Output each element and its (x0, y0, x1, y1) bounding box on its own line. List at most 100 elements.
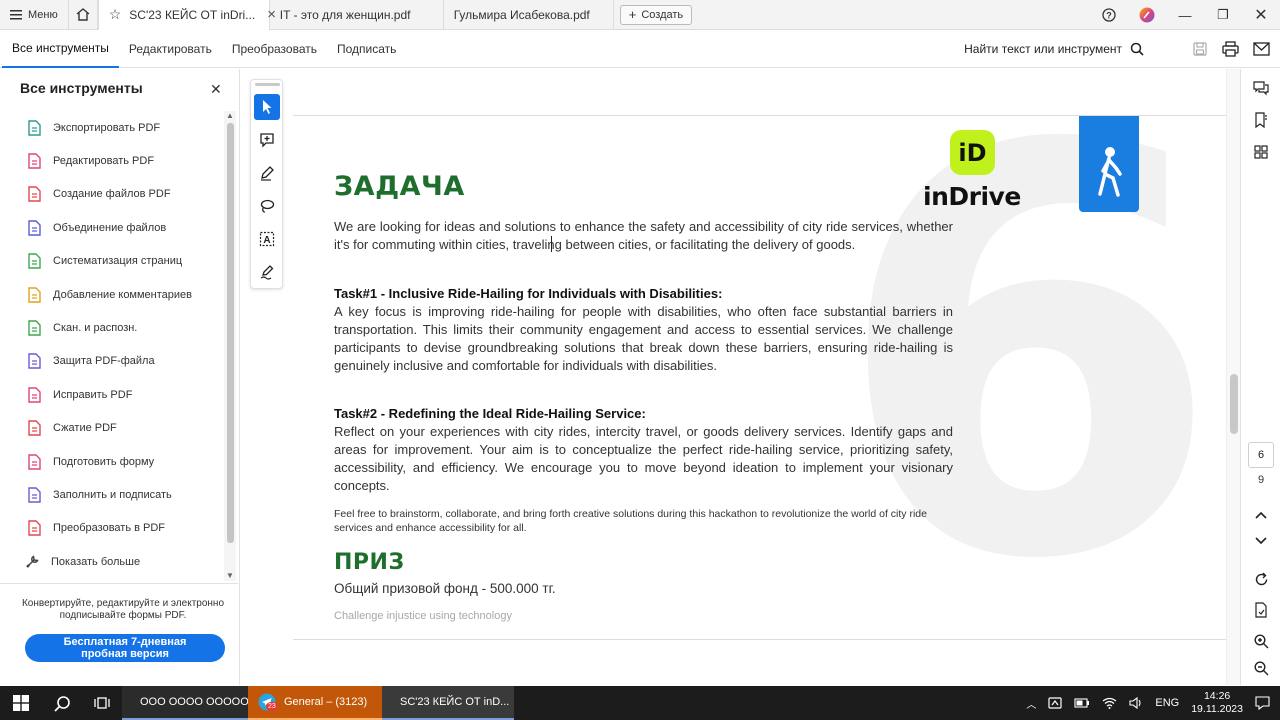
panel-scrollbar[interactable]: ▲ ▼ (224, 111, 236, 581)
tray-app-icon[interactable] (1048, 696, 1062, 710)
task2-body: Reflect on your experiences with city ri… (334, 424, 953, 493)
highlight-tool[interactable] (254, 160, 280, 186)
restore-icon[interactable]: ❐ (1204, 0, 1242, 30)
tool-item-label: Показать больше (51, 555, 141, 568)
document-scrollbar[interactable] (1226, 69, 1240, 685)
taskbar-chrome[interactable]: ООО ОООО ОООООО... (122, 686, 267, 720)
zoom-out-icon[interactable] (1252, 659, 1270, 677)
tool-item[interactable]: Систематизация страниц (0, 245, 224, 278)
email-icon[interactable] (1253, 42, 1270, 56)
tool-item-label: Подготовить форму (53, 455, 155, 468)
tool-item-label: Редактировать PDF (53, 155, 155, 168)
scroll-down-icon[interactable]: ▼ (226, 571, 234, 580)
tool-item[interactable]: Подготовить форму (0, 445, 224, 478)
tool-item-label: Защита PDF-файла (53, 355, 155, 368)
task1-body: A key focus is improving ride-hailing fo… (334, 304, 953, 373)
free-trial-button[interactable]: Бесплатная 7-дневная пробная версия (25, 634, 225, 662)
tray-chevron-icon[interactable]: ︿ (1026, 696, 1036, 711)
document-scroll-thumb[interactable] (1230, 374, 1238, 434)
help-icon[interactable]: ? (1090, 0, 1128, 30)
comments-panel-icon[interactable] (1252, 79, 1270, 97)
search-taskbar-button[interactable] (42, 686, 82, 720)
menu-edit[interactable]: Редактировать (119, 30, 222, 68)
language-indicator[interactable]: ENG (1155, 697, 1179, 709)
system-clock[interactable]: 14:26 19.11.2023 (1191, 690, 1243, 716)
pdf-page[interactable]: 6 iD inDrive ЗАДАЧА We are looking for i… (293, 116, 1226, 639)
start-button[interactable] (0, 686, 42, 720)
notifications-icon[interactable] (1255, 696, 1270, 710)
organize-pages-icon (26, 253, 43, 270)
refresh-icon[interactable] (1252, 570, 1270, 588)
menu-sign[interactable]: Подписать (327, 30, 406, 68)
tool-item[interactable]: Объединение файлов (0, 211, 224, 244)
trial-line-2: пробная версия (81, 648, 169, 660)
main-toolbar: Все инструменты Редактировать Преобразов… (0, 30, 1280, 68)
ai-assistant-icon[interactable] (1128, 0, 1166, 30)
save-icon[interactable] (1192, 41, 1208, 57)
current-page-field[interactable]: 6 (1248, 442, 1274, 468)
tool-item[interactable]: Редактировать PDF (0, 144, 224, 177)
tool-item[interactable]: Сжатие PDF (0, 412, 224, 445)
close-window-icon[interactable]: ✕ (1242, 0, 1280, 30)
find-text-or-tool[interactable]: Найти текст или инструмент (964, 30, 1144, 68)
text-tool[interactable]: A (254, 226, 280, 252)
task-view-button[interactable] (82, 686, 122, 720)
add-comment-tool[interactable] (254, 127, 280, 153)
tool-item[interactable]: Экспортировать PDF (0, 111, 224, 144)
tab-document-3[interactable]: Гульмира Исабекова.pdf (444, 0, 614, 30)
tab-active-document[interactable]: ☆ SC'23 КЕЙС ОТ inDri... × (97, 0, 276, 30)
zoom-in-icon[interactable] (1252, 632, 1270, 650)
scroll-thumb[interactable] (227, 123, 234, 543)
print-icon[interactable] (1222, 41, 1239, 57)
close-panel-icon[interactable]: ✕ (210, 81, 222, 98)
sign-tool[interactable] (254, 259, 280, 285)
tool-item[interactable]: Скан. и распозн. (0, 311, 224, 344)
indrive-logo-mark: iD (950, 130, 995, 175)
compress-icon (26, 420, 43, 437)
protect-icon (26, 353, 43, 370)
draw-tool[interactable] (254, 193, 280, 219)
task-view-icon (94, 697, 110, 709)
wrench-icon (24, 553, 41, 570)
tool-item[interactable]: Заполнить и подписать (0, 478, 224, 511)
scroll-up-icon[interactable]: ▲ (226, 111, 234, 120)
star-icon[interactable]: ☆ (109, 6, 122, 23)
create-button[interactable]: + Создать (619, 4, 693, 25)
drag-handle[interactable] (255, 83, 280, 86)
battery-icon[interactable] (1074, 698, 1090, 708)
bookmarks-icon[interactable] (1252, 111, 1270, 129)
tool-item[interactable]: Преобразовать в PDF (0, 512, 224, 545)
intro-paragraph: We are looking for ideas and solutions t… (334, 219, 953, 252)
tool-item[interactable]: Добавление комментариев (0, 278, 224, 311)
indrive-logo-word: inDrive (923, 182, 1021, 211)
minimize-icon[interactable]: — (1166, 0, 1204, 30)
tool-item[interactable]: Защита PDF-файла (0, 345, 224, 378)
tool-item[interactable]: Исправить PDF (0, 378, 224, 411)
previous-page-icon[interactable] (1252, 506, 1270, 524)
wifi-icon[interactable] (1102, 697, 1117, 709)
acrobat-window: Меню ☆ SC'23 КЕЙС ОТ inDri... × IT - это… (0, 0, 1280, 720)
right-rail: 6 9 (1240, 69, 1280, 685)
select-tool[interactable] (254, 94, 280, 120)
menu-all-tools[interactable]: Все инструменты (2, 30, 119, 68)
tool-item[interactable]: Создание файлов PDF (0, 178, 224, 211)
tab-document-2[interactable]: IT - это для женщин.pdf (270, 0, 444, 30)
task1-title: Task#1 - Inclusive Ride-Hailing for Indi… (334, 286, 723, 301)
tool-item[interactable]: Показать больше (0, 545, 224, 578)
text-cursor (551, 236, 552, 252)
thumbnails-icon[interactable] (1252, 143, 1270, 161)
extract-page-icon[interactable] (1252, 601, 1270, 619)
menu-button[interactable]: Меню (0, 0, 68, 30)
volume-icon[interactable] (1129, 697, 1143, 709)
next-page-icon[interactable] (1252, 532, 1270, 550)
panel-footer: Конвертируйте, редактируйте и электронно… (0, 583, 238, 685)
toolbar-actions (1192, 30, 1270, 68)
document-viewport[interactable]: 6 iD inDrive ЗАДАЧА We are looking for i… (240, 69, 1240, 685)
windows-logo-icon (13, 695, 29, 711)
taskbar-acrobat[interactable]: SC'23 КЕЙС ОТ inD... (382, 686, 514, 720)
home-button[interactable] (67, 0, 98, 30)
taskbar-telegram[interactable]: 23 General – (3123) (248, 686, 382, 720)
menu-convert[interactable]: Преобразовать (222, 30, 327, 68)
plus-icon: + (628, 7, 637, 22)
tool-item-label: Исправить PDF (53, 388, 133, 401)
